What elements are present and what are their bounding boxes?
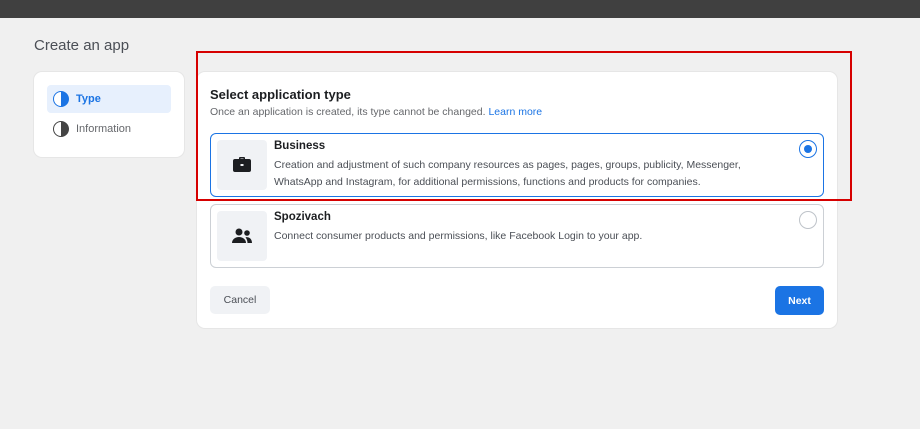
section-title: Select application type: [210, 87, 351, 102]
people-icon: [232, 228, 252, 243]
radio-spozivach[interactable]: [799, 211, 817, 229]
step-information[interactable]: Information: [47, 115, 171, 143]
radio-business[interactable]: [799, 140, 817, 158]
cancel-button[interactable]: Cancel: [210, 286, 270, 314]
half-circle-icon: [53, 121, 69, 137]
app-type-card: Select application type Once an applicat…: [197, 72, 837, 328]
option-business[interactable]: Business Creation and adjustment of such…: [210, 133, 824, 197]
option-icon-box: [217, 211, 267, 261]
steps-panel: Type Information: [34, 72, 184, 157]
next-button[interactable]: Next: [775, 286, 824, 315]
option-spozivach[interactable]: Spozivach Connect consumer products and …: [210, 204, 824, 268]
half-circle-icon: [53, 91, 69, 107]
page-title: Create an app: [34, 37, 130, 54]
option-title: Business: [274, 140, 326, 152]
step-label: Type: [76, 93, 101, 105]
description-text: Once an application is created, its type…: [210, 106, 486, 118]
learn-more-link[interactable]: Learn more: [488, 106, 542, 118]
option-description: Connect consumer products and permission…: [274, 230, 643, 242]
briefcase-icon: [233, 157, 251, 172]
option-icon-box: [217, 140, 267, 190]
step-label: Information: [76, 123, 132, 135]
top-bar: [0, 0, 920, 18]
option-description: Creation and adjustment of such company …: [274, 159, 741, 188]
option-title: Spozivach: [274, 211, 331, 223]
section-description: Once an application is created, its type…: [210, 106, 542, 118]
step-type[interactable]: Type: [47, 85, 171, 113]
